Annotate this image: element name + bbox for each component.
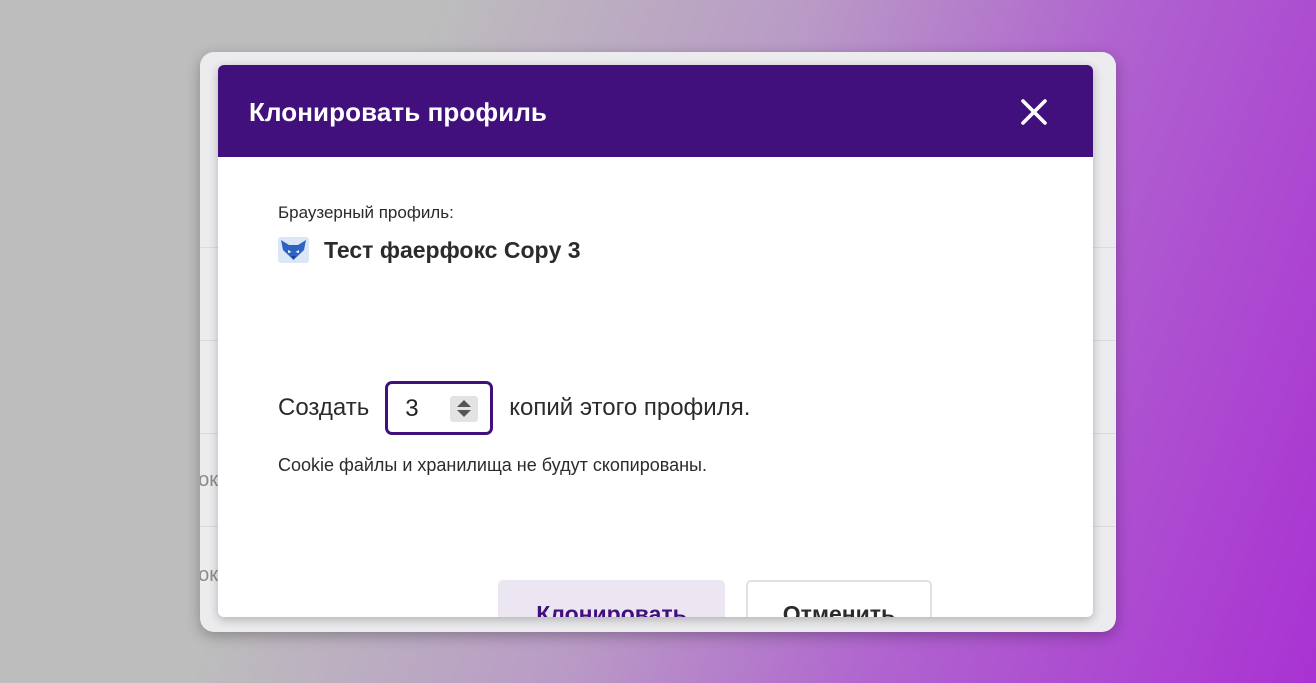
- cancel-button[interactable]: Отменить: [746, 580, 932, 617]
- copies-row: Создать 3 копий этого профиля.: [278, 379, 750, 437]
- profile-info: Тест фаерфокс Copy 3: [278, 235, 581, 265]
- profile-label: Браузерный профиль:: [278, 203, 454, 222]
- table-row-peek-text: ок: [200, 469, 218, 491]
- copies-count-stepper[interactable]: 3: [385, 381, 494, 435]
- profile-name: Тест фаерфокс Copy 3: [324, 236, 581, 263]
- fox-icon: [278, 235, 310, 265]
- copies-count-value[interactable]: 3: [405, 384, 418, 434]
- dialog-title: Клонировать профиль: [249, 97, 548, 127]
- cookie-note: Cookie файлы и хранилища не будут скопир…: [278, 455, 707, 475]
- chevron-down-icon[interactable]: [457, 410, 472, 417]
- create-prefix-text: Создать: [278, 394, 370, 421]
- close-icon[interactable]: [1019, 97, 1049, 127]
- table-row-peek-text: ок: [200, 564, 218, 586]
- clone-button[interactable]: Клонировать: [498, 580, 725, 617]
- stepper-arrows[interactable]: [450, 396, 479, 422]
- clone-profile-dialog: Клонировать профиль Браузерный профиль: …: [218, 65, 1093, 617]
- chevron-up-icon[interactable]: [457, 400, 472, 407]
- create-suffix-text: копий этого профиля.: [509, 394, 751, 421]
- dialog-header: Клонировать профиль: [218, 65, 1093, 157]
